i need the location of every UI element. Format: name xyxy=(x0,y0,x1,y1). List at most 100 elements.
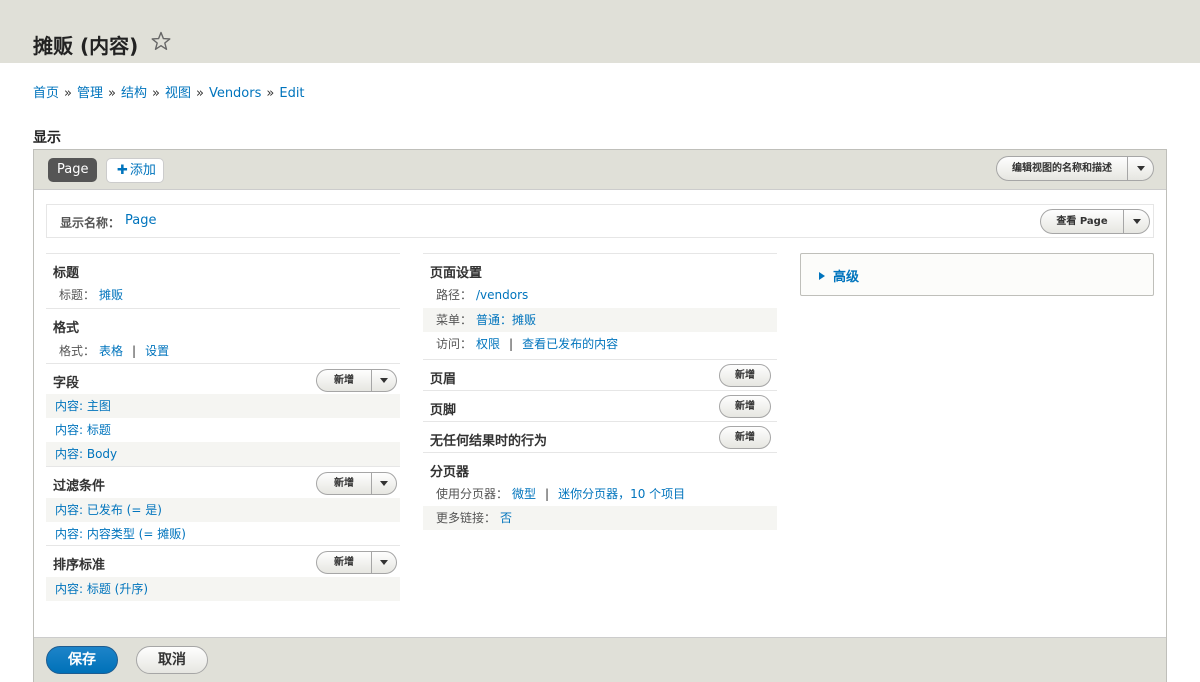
breadcrumb-separator: » xyxy=(64,86,72,101)
more-link-item: 更多链接：否 xyxy=(423,506,777,530)
section-title: 显示 xyxy=(33,130,61,146)
add-filter-label: 新增 xyxy=(334,478,354,489)
pager-label: 使用分页器： xyxy=(436,487,509,501)
pager-section-title: 分页器 xyxy=(430,465,470,480)
access-item: 访问： 权限 | 查看已发布的内容 xyxy=(423,332,777,356)
title-value-link[interactable]: 摊贩 xyxy=(99,288,123,302)
display-name-link[interactable]: Page xyxy=(125,213,156,228)
left-column: 标题 标题： 摊贩 格式 格式： 表格 | 设置 字段 新增 内容: 主图 内容: 标题… xyxy=(46,253,400,601)
advanced-label: 高级 xyxy=(833,270,860,285)
title-section: 标题 标题： 摊贩 xyxy=(46,254,400,308)
access-label: 访问： xyxy=(436,337,473,351)
access-value-link[interactable]: 权限 xyxy=(476,337,500,351)
breadcrumb-separator: » xyxy=(266,86,275,101)
pager-item: 使用分页器： 微型 | 迷你分页器，10 个项目 xyxy=(423,482,777,506)
dropdown-toggle[interactable] xyxy=(371,370,396,391)
edit-view-name-button[interactable]: 编辑视图的名称和描述 xyxy=(996,156,1154,181)
add-no-results-button[interactable]: 新增 xyxy=(719,426,771,449)
dropdown-toggle[interactable] xyxy=(1123,210,1149,233)
fields-section: 字段 新增 内容: 主图 内容: 标题 内容: Body xyxy=(46,363,400,466)
fields-section-title: 字段 xyxy=(53,376,80,391)
display-box: Page ✚ 添加 编辑视图的名称和描述 显示名称： Page 查看 Page 标… xyxy=(33,149,1167,682)
sort-section: 排序标准 新增 内容: 标题 (升序) xyxy=(46,545,400,601)
breadcrumb-separator: » xyxy=(108,86,116,101)
view-page-label: 查看 Page xyxy=(1056,216,1108,227)
page-settings-section: 页面设置 路径：/vendors 菜单： 普通：摊贩 访问： 权限 | 查看已发布的内容 xyxy=(423,254,777,351)
filter-section-title: 过滤条件 xyxy=(53,479,106,494)
add-filter-button[interactable]: 新增 xyxy=(316,472,397,495)
footer-section-title: 页脚 xyxy=(430,403,457,418)
field-item[interactable]: 内容: 标题 xyxy=(46,418,400,442)
header-section-title: 页眉 xyxy=(430,372,457,387)
display-name-label: 显示名称： xyxy=(60,216,121,230)
sort-section-title: 排序标准 xyxy=(53,558,106,573)
tab-page[interactable]: Page xyxy=(48,158,98,182)
breadcrumb-home[interactable]: 首页 xyxy=(33,86,59,101)
chevron-down-icon xyxy=(380,560,388,565)
header-section: 页眉 新增 xyxy=(423,359,777,390)
breadcrumb-admin[interactable]: 管理 xyxy=(77,86,103,101)
breadcrumb-separator: » xyxy=(151,86,160,101)
add-display-button[interactable]: ✚ 添加 xyxy=(106,158,164,183)
star-outline-icon[interactable] xyxy=(150,29,172,53)
title-label: 标题： xyxy=(59,288,96,302)
page-settings-title: 页面设置 xyxy=(430,266,483,281)
menu-value-link[interactable]: 普通：摊贩 xyxy=(476,313,536,327)
add-display-label: 添加 xyxy=(129,163,156,178)
dropdown-toggle[interactable] xyxy=(371,552,396,573)
separator: | xyxy=(132,344,137,358)
filter-item[interactable]: 内容: 内容类型 (= 摊贩) xyxy=(46,522,400,546)
format-item: 格式： 表格 | 设置 xyxy=(46,339,400,363)
breadcrumb-vendors[interactable]: Vendors xyxy=(209,86,261,101)
no-results-section: 无任何结果时的行为 新增 xyxy=(423,421,777,452)
display-name-row: 显示名称： Page 查看 Page xyxy=(46,204,1154,238)
advanced-toggle[interactable]: 高级 xyxy=(819,266,859,285)
format-value-link[interactable]: 表格 xyxy=(99,344,123,358)
add-footer-button[interactable]: 新增 xyxy=(719,395,771,418)
path-value-link[interactable]: /vendors xyxy=(476,288,528,302)
field-item[interactable]: 内容: 主图 xyxy=(46,394,400,418)
format-section: 格式 格式： 表格 | 设置 xyxy=(46,308,400,363)
display-tabs-bar: Page ✚ 添加 编辑视图的名称和描述 xyxy=(34,150,1166,190)
format-settings-link[interactable]: 设置 xyxy=(145,344,169,358)
chevron-down-icon xyxy=(380,481,388,486)
add-field-button[interactable]: 新增 xyxy=(316,369,397,392)
no-results-section-title: 无任何结果时的行为 xyxy=(430,434,548,449)
sort-item[interactable]: 内容: 标题 (升序) xyxy=(46,577,400,601)
filter-item[interactable]: 内容: 已发布 (= 是) xyxy=(46,498,400,522)
pager-section: 分页器 使用分页器： 微型 | 迷你分页器，10 个项目 更多链接：否 xyxy=(423,452,777,530)
add-header-button[interactable]: 新增 xyxy=(719,364,771,387)
middle-column: 页面设置 路径：/vendors 菜单： 普通：摊贩 访问： 权限 | 查看已发布的内容… xyxy=(423,253,777,530)
save-button[interactable]: 保存 xyxy=(46,646,118,674)
more-link-value[interactable]: 否 xyxy=(500,511,512,525)
breadcrumb-separator: » xyxy=(195,86,204,101)
access-detail-link[interactable]: 查看已发布的内容 xyxy=(522,337,618,351)
path-label: 路径： xyxy=(436,288,473,302)
add-sort-button[interactable]: 新增 xyxy=(316,551,397,574)
breadcrumb-views[interactable]: 视图 xyxy=(165,86,191,101)
title-item: 标题： 摊贩 xyxy=(46,283,400,307)
advanced-box: 高级 xyxy=(800,253,1154,296)
edit-view-name-label: 编辑视图的名称和描述 xyxy=(1012,163,1112,174)
menu-item: 菜单： 普通：摊贩 xyxy=(423,308,777,332)
more-link-label: 更多链接： xyxy=(436,511,497,525)
add-field-label: 新增 xyxy=(334,375,354,386)
page-header: 摊贩 (内容) xyxy=(0,0,1200,63)
separator: | xyxy=(509,337,514,351)
filter-section: 过滤条件 新增 内容: 已发布 (= 是) 内容: 内容类型 (= 摊贩) xyxy=(46,466,400,545)
pager-value-link[interactable]: 微型 xyxy=(512,487,536,501)
cancel-button[interactable]: 取消 xyxy=(136,646,208,674)
dropdown-toggle[interactable] xyxy=(1127,157,1153,180)
chevron-down-icon xyxy=(1136,166,1145,171)
dropdown-toggle[interactable] xyxy=(371,473,396,494)
view-page-button[interactable]: 查看 Page xyxy=(1040,209,1150,234)
add-sort-label: 新增 xyxy=(334,557,354,568)
breadcrumb-structure[interactable]: 结构 xyxy=(121,86,147,101)
pager-detail-link[interactable]: 迷你分页器，10 个项目 xyxy=(558,487,685,501)
breadcrumb-edit[interactable]: Edit xyxy=(279,86,304,101)
path-item: 路径：/vendors xyxy=(423,283,777,307)
plus-icon: ✚ xyxy=(117,163,128,178)
separator: | xyxy=(545,487,550,501)
triangle-right-icon xyxy=(819,272,825,280)
field-item[interactable]: 内容: Body xyxy=(46,442,400,466)
